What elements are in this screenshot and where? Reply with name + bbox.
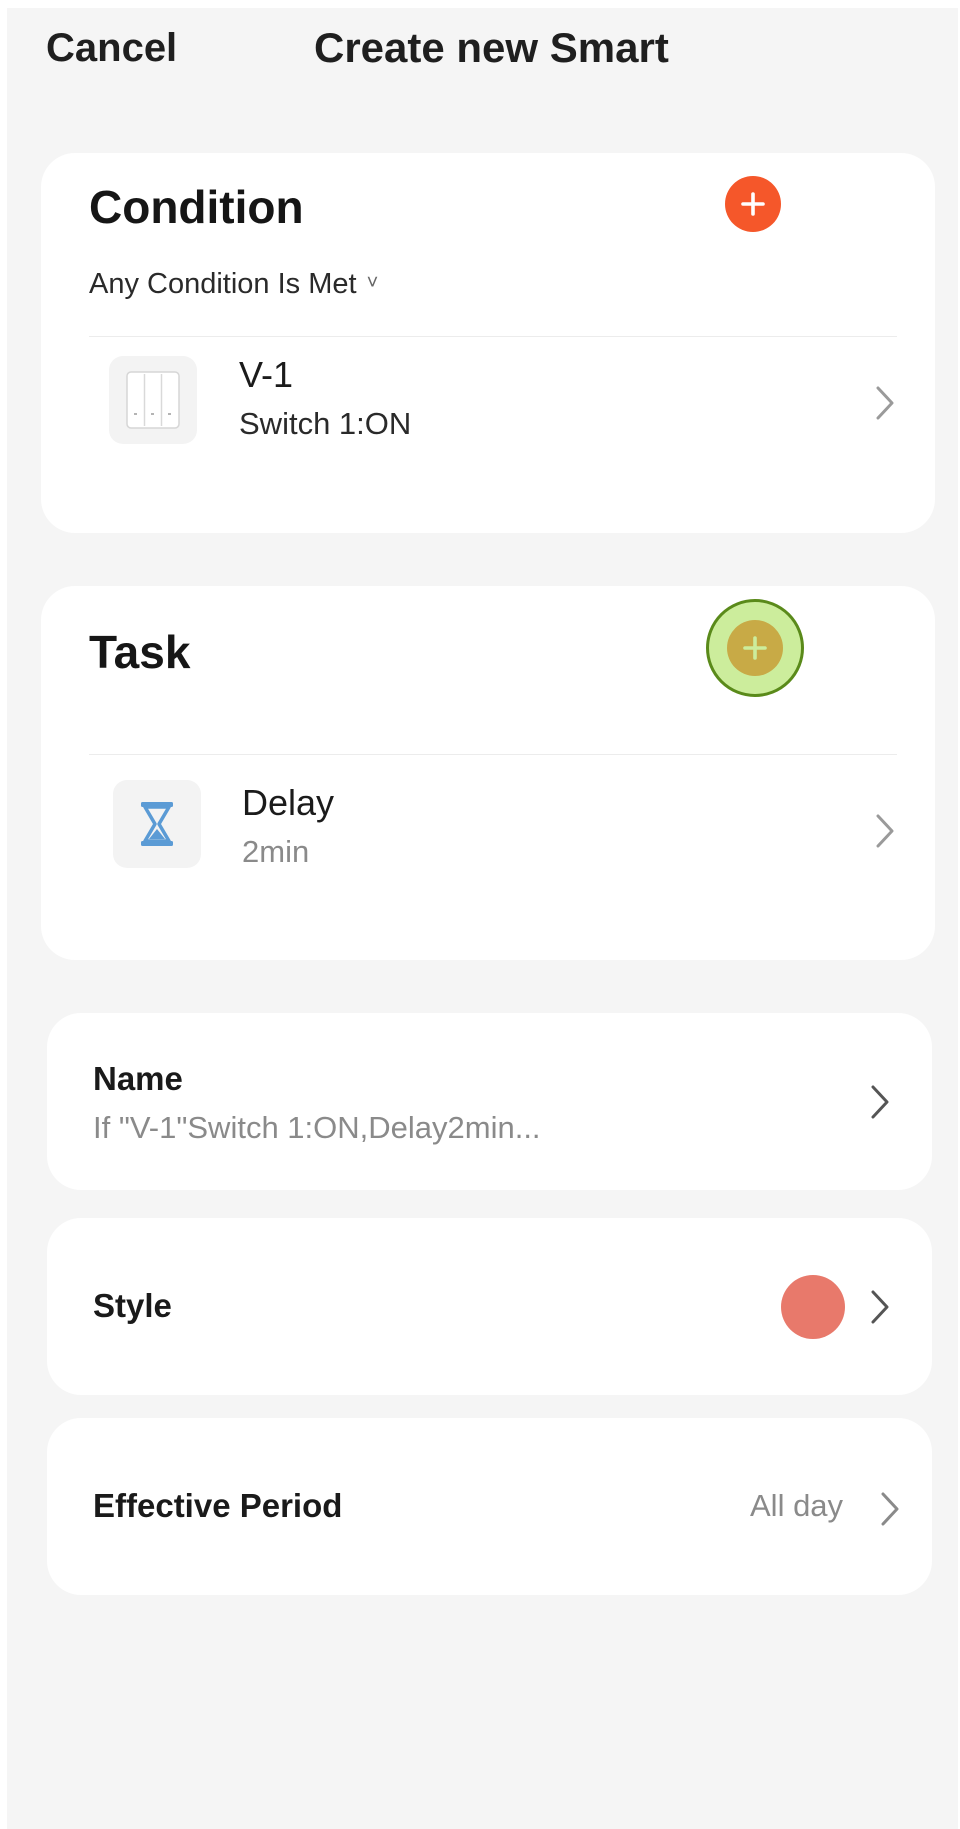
style-label: Style	[93, 1287, 172, 1324]
condition-item-row[interactable]: V-1 Switch 1:ON	[89, 338, 897, 458]
divider	[89, 336, 897, 337]
chevron-right-icon	[876, 814, 894, 848]
task-detail: 2min	[242, 834, 310, 869]
condition-card: Condition Any Condition Is Met ˅ V-1 Swi…	[41, 153, 935, 533]
condition-device-state: Switch 1:ON	[239, 406, 412, 441]
add-condition-button[interactable]	[725, 176, 781, 232]
chevron-down-icon: ˅	[366, 272, 379, 294]
style-color-swatch[interactable]	[781, 1275, 845, 1339]
task-item-row[interactable]: Delay 2min	[89, 766, 897, 886]
cancel-button[interactable]: Cancel	[46, 24, 177, 72]
plus-icon	[741, 192, 765, 216]
wall-switch-icon	[109, 356, 197, 444]
name-value: If "V-1"Switch 1:ON,Delay2min...	[93, 1110, 541, 1145]
chevron-right-icon	[876, 386, 894, 420]
effective-period-label: Effective Period	[93, 1487, 343, 1524]
effective-period-value: All day	[750, 1488, 844, 1523]
chevron-right-icon	[871, 1290, 889, 1324]
chevron-right-icon	[881, 1492, 899, 1526]
plus-icon	[743, 636, 767, 660]
name-row[interactable]: Name If "V-1"Switch 1:ON,Delay2min...	[47, 1013, 932, 1190]
screen: Cancel Create new Smart Condition Any Co…	[7, 8, 958, 1829]
condition-mode-dropdown[interactable]: Any Condition Is Met ˅	[89, 265, 378, 302]
task-name: Delay	[242, 782, 335, 823]
name-label: Name	[93, 1060, 183, 1097]
style-row[interactable]: Style	[47, 1218, 932, 1395]
condition-title: Condition	[89, 181, 304, 233]
effective-period-row[interactable]: Effective Period All day	[47, 1418, 932, 1595]
top-bar: Cancel Create new Smart	[7, 8, 958, 98]
add-task-button[interactable]	[727, 620, 783, 676]
condition-mode-label: Any Condition Is Met	[89, 268, 357, 300]
divider	[89, 754, 897, 755]
hourglass-icon	[113, 780, 201, 868]
page-title: Create new Smart	[314, 24, 669, 71]
task-title: Task	[89, 626, 191, 678]
condition-device-name: V-1	[239, 354, 294, 395]
chevron-right-icon	[871, 1085, 889, 1119]
task-card: Task Delay 2min	[41, 586, 935, 960]
